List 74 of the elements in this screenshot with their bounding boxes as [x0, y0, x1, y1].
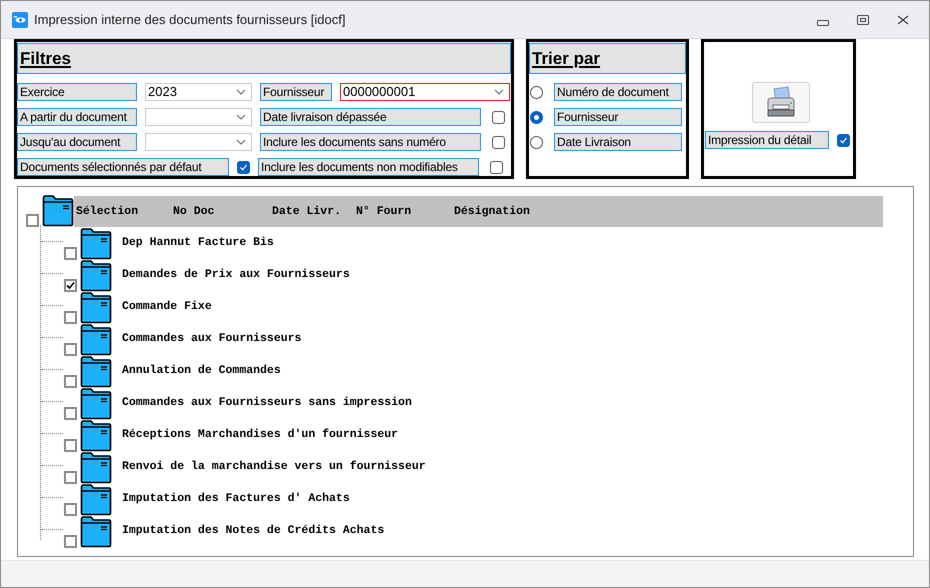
- tree-item-label[interactable]: Annulation de Commandes: [122, 362, 281, 380]
- column-heading: Désignation: [454, 204, 531, 220]
- folder-icon: [80, 515, 112, 548]
- checkbox[interactable]: [237, 160, 250, 174]
- checkbox[interactable]: [26, 214, 39, 227]
- folder-icon: [80, 227, 112, 260]
- checkbox[interactable]: [64, 407, 77, 420]
- field-label: Jusqu'au document: [17, 133, 137, 151]
- checkbox[interactable]: [64, 279, 77, 292]
- checkbox[interactable]: [64, 375, 77, 388]
- tree-item-label[interactable]: Réceptions Marchandises d'un fournisseur: [122, 426, 398, 444]
- field-label: Impression du détail: [705, 131, 829, 149]
- folder-icon: [80, 483, 112, 516]
- panel-heading: Filtres: [20, 48, 72, 70]
- column-heading: No Doc: [173, 204, 216, 220]
- chevron-down-icon: [236, 89, 246, 95]
- field-label: Documents sélectionnés par défaut: [17, 158, 229, 176]
- checkbox[interactable]: [64, 439, 77, 452]
- minimize-icon[interactable]: [817, 20, 829, 26]
- column-heading: Sélection: [76, 204, 140, 220]
- checkbox[interactable]: [64, 247, 77, 260]
- close-icon[interactable]: [897, 14, 909, 24]
- radio-button[interactable]: [530, 86, 543, 98]
- folder-icon: [80, 355, 112, 388]
- tree-item-label[interactable]: Imputation des Notes de Crédits Achats: [122, 522, 384, 540]
- field-label: Exercice: [17, 83, 137, 101]
- column-heading: Date Livr.: [272, 204, 342, 220]
- check-icon: [239, 162, 248, 172]
- folder-icon: [80, 387, 112, 420]
- field-label: Inclure les documents non modifiables: [258, 158, 479, 176]
- tree-item-label[interactable]: Commandes aux Fournisseurs sans impression: [122, 394, 412, 412]
- checkbox[interactable]: [837, 134, 850, 146]
- tree-item-label[interactable]: Imputation des Factures d' Achats: [122, 490, 350, 508]
- tree-item-label[interactable]: Commande Fixe: [122, 298, 212, 316]
- column-heading: N° Fourn: [356, 204, 412, 220]
- check-icon: [66, 281, 75, 290]
- tree-item-label[interactable]: Dep Hannut Facture Bis: [122, 234, 274, 252]
- field-label: Numéro de document: [554, 83, 682, 101]
- tree-item-label[interactable]: Commandes aux Fournisseurs: [122, 330, 302, 348]
- chevron-down-icon: [236, 114, 246, 120]
- field-label: Date livraison dépassée: [260, 108, 481, 126]
- checkbox[interactable]: [64, 343, 77, 356]
- checkbox[interactable]: [64, 503, 77, 516]
- field-label: Date Livraison: [554, 133, 682, 151]
- checkbox[interactable]: [64, 471, 77, 484]
- checkbox[interactable]: [64, 311, 77, 324]
- tree-item-label[interactable]: Demandes de Prix aux Fournisseurs: [122, 266, 350, 284]
- check-icon: [839, 136, 848, 144]
- folder-icon: [80, 323, 112, 356]
- checkbox[interactable]: [490, 160, 503, 174]
- radio-button[interactable]: [530, 110, 543, 124]
- tree-item-label[interactable]: Renvoi de la marchandise vers un fournisseur: [122, 458, 426, 476]
- supplier-field[interactable]: 0000000001: [340, 83, 510, 101]
- field-label: Fournisseur: [260, 83, 332, 101]
- checkbox[interactable]: [492, 110, 505, 124]
- field-label: Inclure les documents sans numéro: [260, 133, 481, 151]
- field-label: A partir du document: [17, 108, 137, 126]
- checkbox[interactable]: [64, 535, 77, 548]
- window-title: Impression interne des documents fournisseurs [idocf]: [34, 10, 346, 29]
- folder-icon: [80, 451, 112, 484]
- folder-icon: [80, 291, 112, 324]
- radio-button[interactable]: [530, 136, 543, 148]
- print-button[interactable]: [752, 82, 810, 123]
- folder-icon: [42, 194, 74, 227]
- folder-icon: [80, 259, 112, 292]
- chevron-down-icon: [494, 89, 504, 95]
- checkbox[interactable]: [492, 136, 505, 148]
- app-icon: [12, 12, 28, 28]
- chevron-down-icon: [236, 139, 246, 145]
- restore-icon[interactable]: [857, 14, 869, 24]
- panel-heading: Trier par: [532, 48, 600, 70]
- field-label: Fournisseur: [554, 108, 682, 126]
- folder-icon: [80, 419, 112, 452]
- exercice-dropdown[interactable]: 2023: [145, 83, 252, 101]
